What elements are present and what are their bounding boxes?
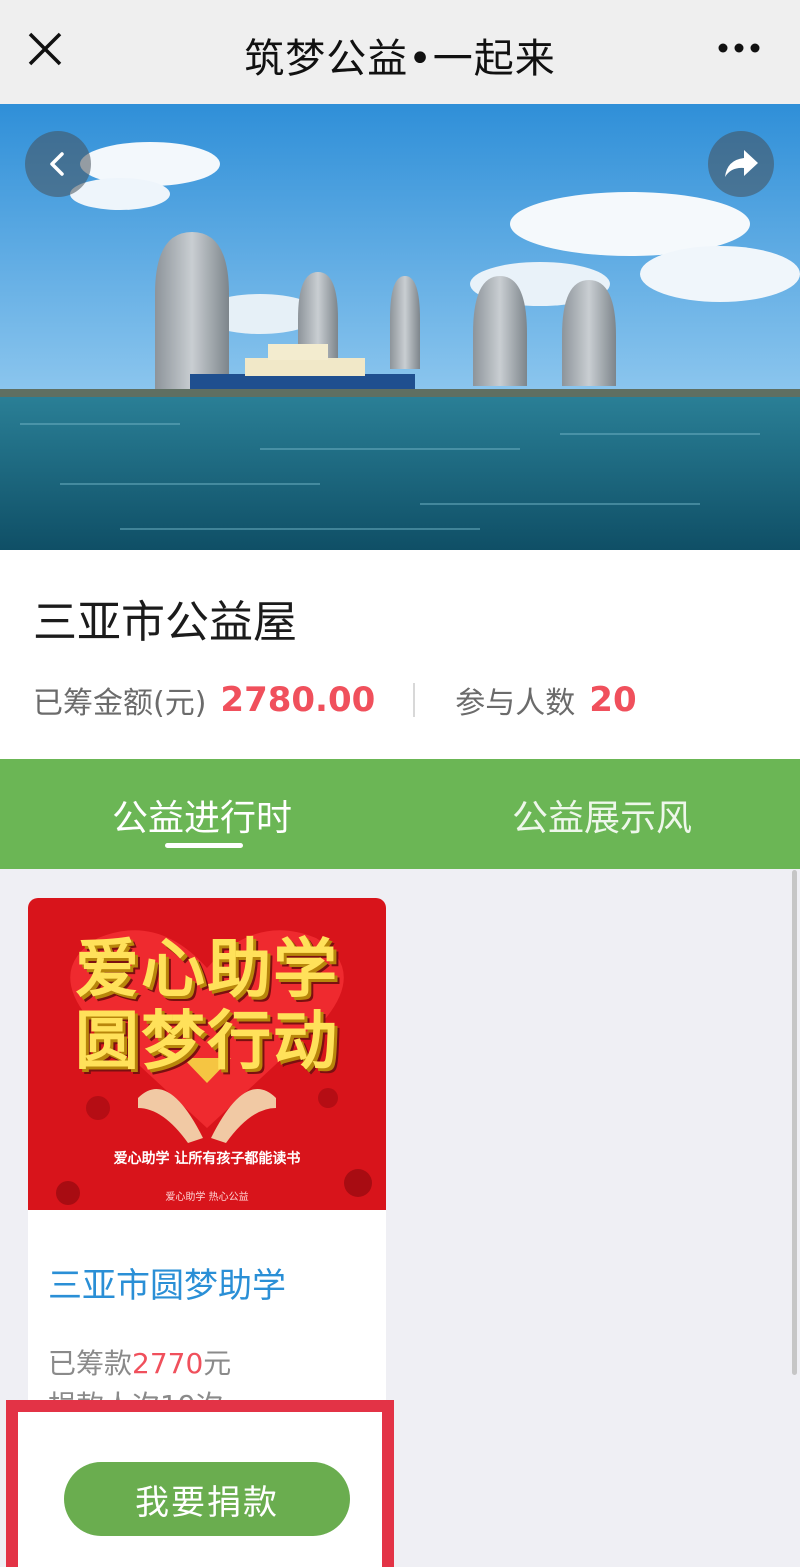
tab-bar: 公益进行时 公益展示风: [0, 759, 800, 869]
card-raised-prefix: 已筹款: [48, 1347, 133, 1380]
poster-headline-2: 圆梦行动: [75, 1005, 339, 1079]
cityscape-photo: [0, 104, 800, 550]
stats-divider: [413, 683, 416, 717]
raised-value: 2780.00: [220, 680, 376, 720]
raised-label: 已筹金额(元): [33, 686, 207, 721]
card-raised-amount: 2770: [132, 1347, 204, 1380]
tab-showcase[interactable]: 公益展示风: [512, 789, 692, 841]
top-bar: 筑梦公益•一起来: [0, 0, 800, 105]
poster-tag: 爱心助学 热心公益: [165, 1192, 249, 1203]
project-poster: 爱心助学 圆梦行动 爱心助学 让所有孩子都能读书 爱心助学 热心公益: [28, 898, 386, 1210]
hero-banner: [0, 104, 800, 550]
tab-ongoing[interactable]: 公益进行时: [112, 789, 292, 841]
scrollbar[interactable]: [792, 870, 797, 1375]
project-name: 三亚市公益屋: [33, 597, 297, 648]
participants-value: 20: [589, 680, 637, 720]
poster-slogan: 爱心助学 让所有孩子都能读书: [113, 1151, 301, 1167]
card-raised: 已筹款2770元: [48, 1342, 231, 1382]
project-stats: 已筹金额(元) 2780.00 参与人数 20: [33, 678, 773, 722]
project-info: 三亚市公益屋 已筹金额(元) 2780.00 参与人数 20: [0, 550, 800, 759]
card-title[interactable]: 三亚市圆梦助学: [48, 1258, 286, 1307]
share-arrow-icon: [725, 150, 758, 177]
back-button[interactable]: [25, 131, 91, 197]
active-tab-indicator: [165, 843, 243, 848]
more-icon[interactable]: [718, 38, 760, 58]
page-title: 筑梦公益•一起来: [244, 36, 556, 82]
participants-label: 参与人数: [455, 686, 576, 721]
share-button[interactable]: [708, 131, 774, 197]
back-arrow-icon: [50, 152, 64, 176]
card-raised-suffix: 元: [203, 1347, 232, 1380]
donate-button[interactable]: 我要捐款: [64, 1462, 350, 1536]
